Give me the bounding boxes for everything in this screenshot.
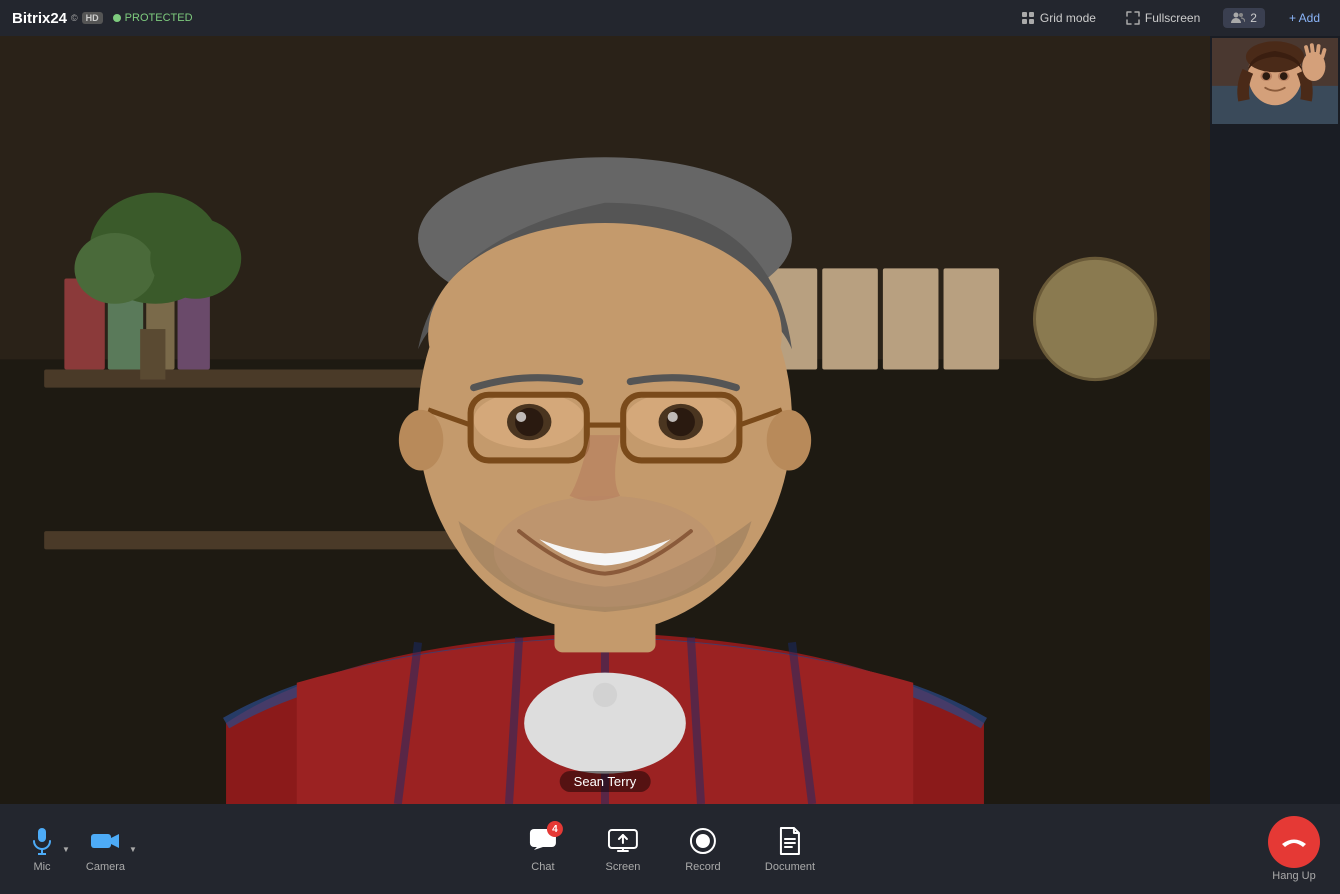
grid-mode-button[interactable]: Grid mode bbox=[1014, 8, 1103, 28]
hangup-wrapper: Hang Up bbox=[1268, 816, 1320, 882]
participants-sidebar bbox=[1210, 36, 1340, 804]
mic-icon-container bbox=[26, 825, 58, 857]
toolbar-center: 4 Chat Screen bbox=[513, 817, 827, 881]
participants-button[interactable]: 2 bbox=[1223, 8, 1265, 28]
logo-area: Bitrix24 © HD bbox=[12, 10, 103, 27]
mic-inner: Mic bbox=[26, 825, 58, 873]
shield-icon bbox=[113, 14, 121, 22]
record-label: Record bbox=[685, 861, 720, 873]
camera-icon bbox=[90, 830, 120, 852]
thumbnail-card[interactable] bbox=[1210, 36, 1340, 126]
camera-icon-container bbox=[89, 825, 121, 857]
participant-name-label: Sean Terry bbox=[560, 771, 651, 792]
add-label: + Add bbox=[1289, 11, 1320, 25]
topbar-left: Bitrix24 © HD PROTECTED bbox=[12, 10, 193, 27]
add-participant-button[interactable]: + Add bbox=[1281, 8, 1328, 28]
camera-chevron-icon: ▼ bbox=[129, 845, 137, 854]
toolbar-left: Mic ▼ Camera ▼ bbox=[20, 817, 141, 881]
record-button[interactable]: Record bbox=[673, 817, 733, 881]
fullscreen-icon bbox=[1126, 11, 1140, 25]
mic-label: Mic bbox=[33, 861, 50, 873]
chat-button[interactable]: 4 Chat bbox=[513, 817, 573, 881]
document-button[interactable]: Document bbox=[753, 817, 827, 881]
camera-inner: Camera bbox=[86, 825, 125, 873]
hd-badge: HD bbox=[82, 12, 103, 24]
grid-icon bbox=[1021, 11, 1035, 25]
camera-button[interactable]: Camera ▼ bbox=[82, 817, 141, 881]
main-video-bg: Sean Terry bbox=[0, 36, 1210, 804]
chat-icon-container: 4 bbox=[527, 825, 559, 857]
screen-share-button[interactable]: Screen bbox=[593, 817, 653, 881]
document-icon bbox=[778, 827, 802, 855]
hangup-label: Hang Up bbox=[1272, 870, 1315, 882]
fullscreen-label: Fullscreen bbox=[1145, 11, 1200, 25]
topbar-right: Grid mode Fullscreen 2 + Add bbox=[1014, 8, 1328, 28]
mic-chevron-icon: ▼ bbox=[62, 845, 70, 854]
logo-text: Bitrix24 bbox=[12, 10, 67, 27]
fullscreen-button[interactable]: Fullscreen bbox=[1119, 8, 1207, 28]
thumbnail-person bbox=[1212, 38, 1338, 124]
hangup-button[interactable] bbox=[1268, 816, 1320, 868]
mic-button[interactable]: Mic ▼ bbox=[20, 817, 76, 881]
phone-hangup-icon bbox=[1281, 834, 1307, 850]
participants-icon bbox=[1231, 11, 1245, 25]
mic-icon bbox=[30, 827, 54, 855]
record-icon bbox=[689, 827, 717, 855]
bottom-toolbar: Mic ▼ Camera ▼ bbox=[0, 804, 1340, 894]
thumbnail-bg bbox=[1212, 38, 1338, 124]
record-icon-container bbox=[687, 825, 719, 857]
main-video-container: Sean Terry bbox=[0, 36, 1210, 804]
top-bar: Bitrix24 © HD PROTECTED Grid mode Fullsc… bbox=[0, 0, 1340, 36]
camera-label: Camera bbox=[86, 861, 125, 873]
main-video-area: Sean Terry bbox=[0, 36, 1210, 804]
participants-count: 2 bbox=[1250, 11, 1257, 25]
screen-label: Screen bbox=[605, 861, 640, 873]
protected-label: PROTECTED bbox=[125, 12, 193, 24]
document-icon-container bbox=[774, 825, 806, 857]
copyright-icon: © bbox=[71, 13, 78, 23]
screen-icon-container bbox=[607, 825, 639, 857]
chat-label: Chat bbox=[531, 861, 554, 873]
chat-badge: 4 bbox=[547, 821, 563, 837]
toolbar-right: Hang Up bbox=[1268, 816, 1320, 882]
screen-icon bbox=[608, 829, 638, 853]
document-label: Document bbox=[765, 861, 815, 873]
protected-badge: PROTECTED bbox=[113, 12, 193, 24]
grid-mode-label: Grid mode bbox=[1040, 11, 1096, 25]
video-scene bbox=[0, 36, 1210, 804]
